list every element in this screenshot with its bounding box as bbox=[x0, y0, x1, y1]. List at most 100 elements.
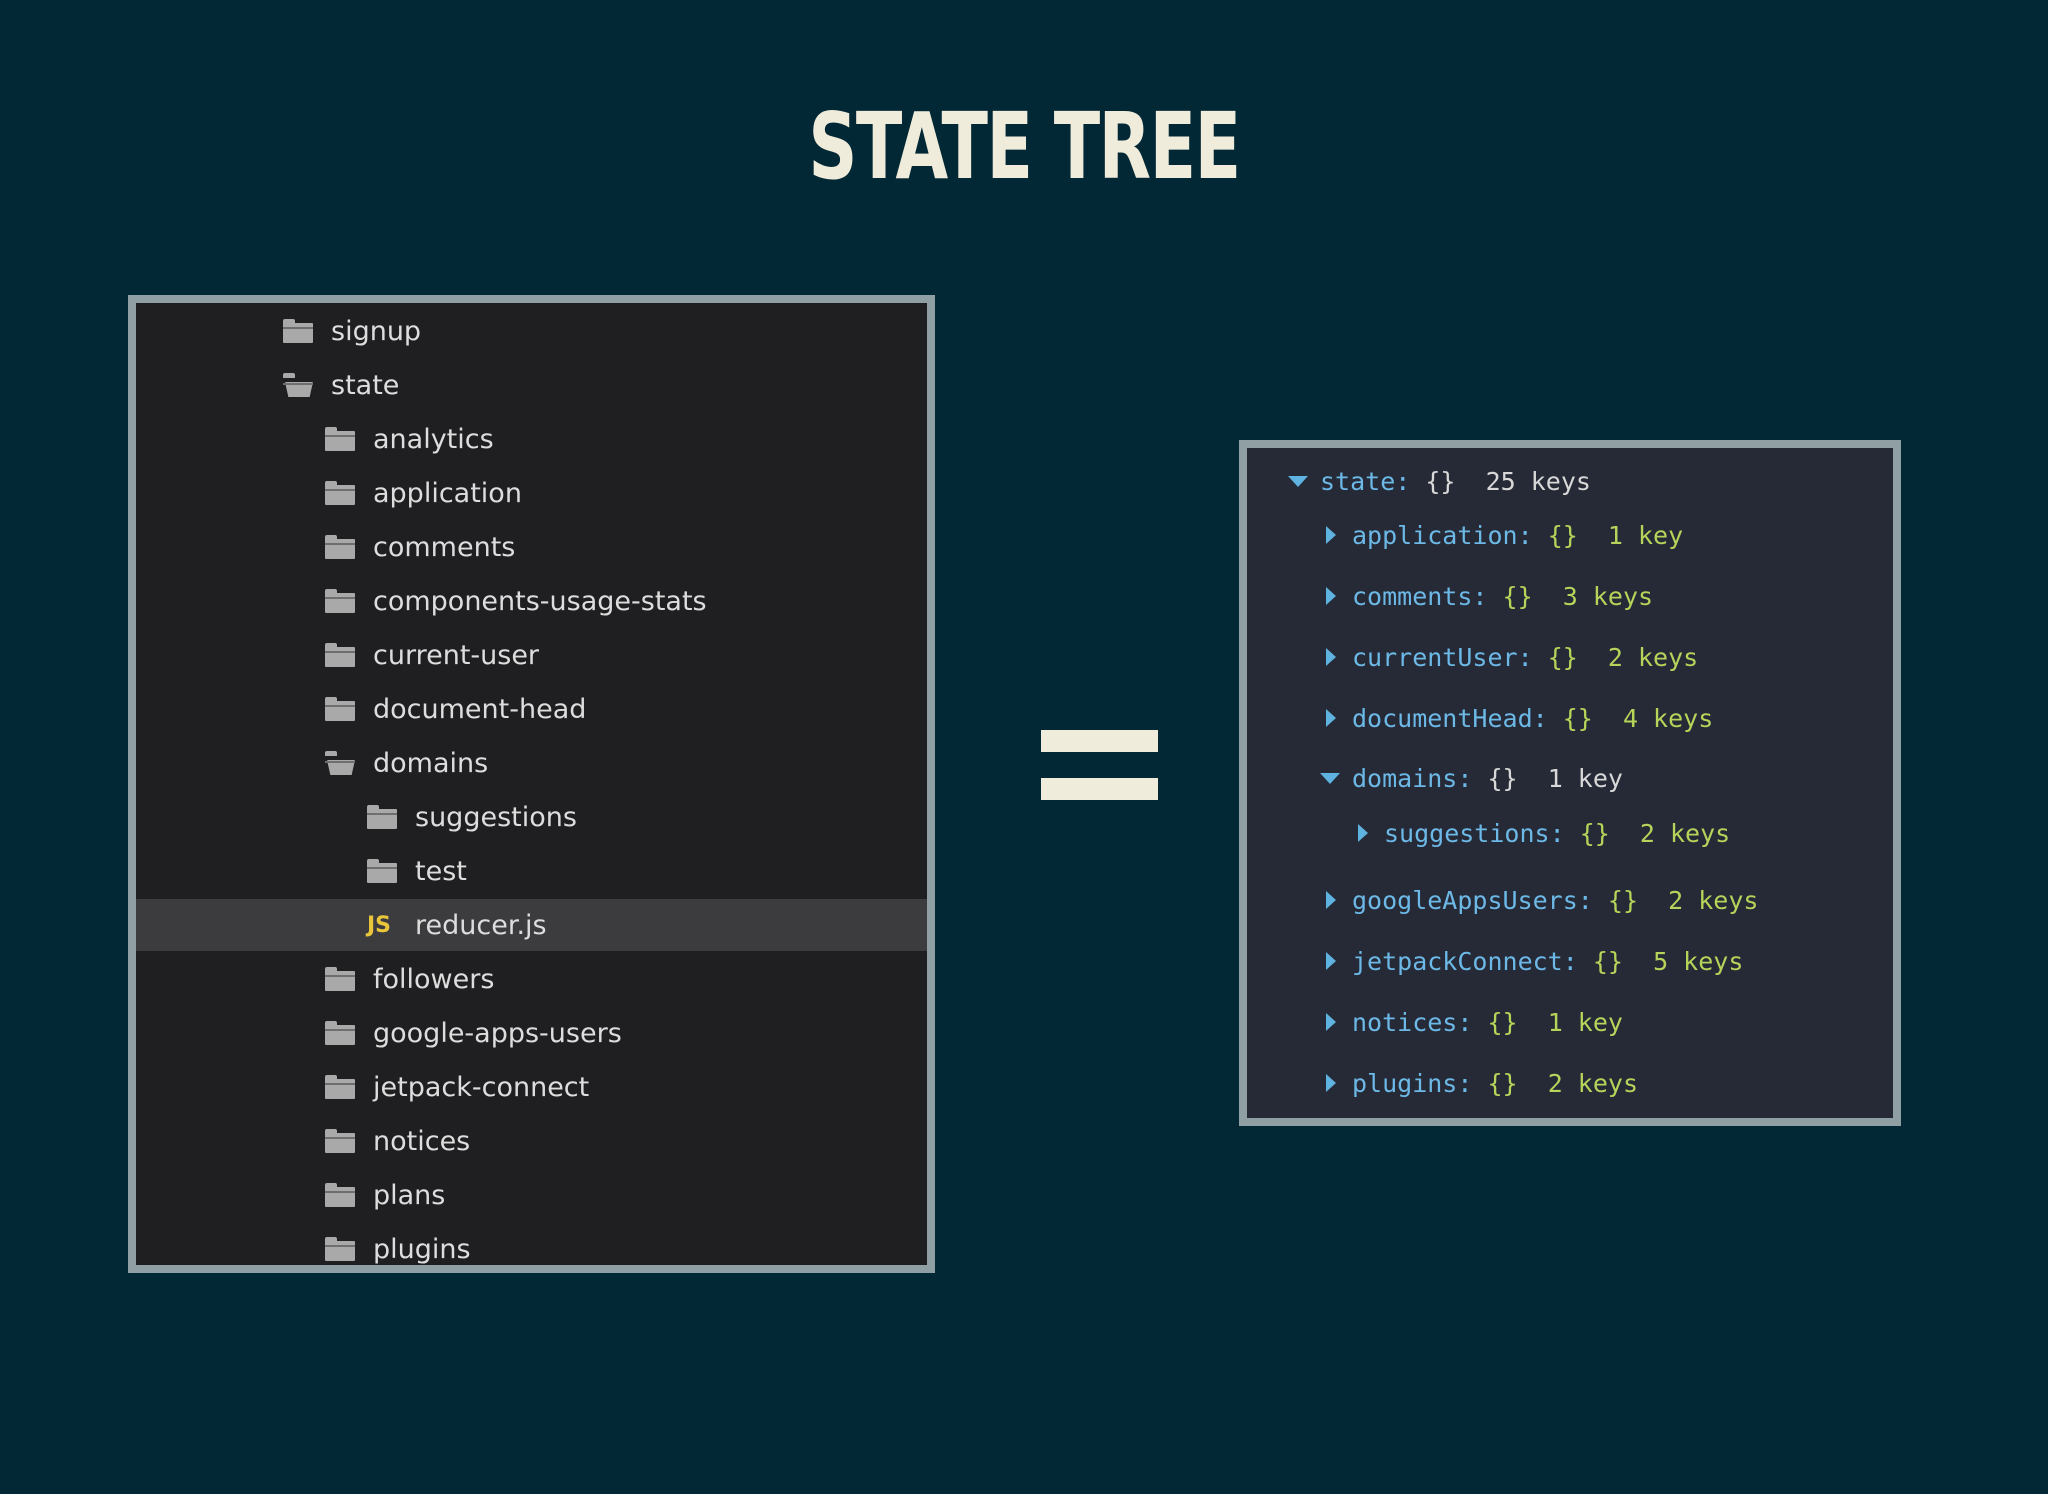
state-key: comments: bbox=[1352, 581, 1488, 611]
state-key: plugins: bbox=[1352, 1068, 1473, 1098]
state-key: notices: bbox=[1352, 1007, 1473, 1037]
expanded-arrow-icon[interactable] bbox=[1320, 772, 1340, 784]
folder-icon bbox=[325, 1183, 355, 1207]
folder-icon bbox=[325, 427, 355, 451]
file-tree-label: plugins bbox=[373, 1233, 471, 1265]
js-file-icon: JS bbox=[367, 912, 392, 938]
file-tree-item-test[interactable]: test bbox=[136, 845, 927, 897]
folder-icon bbox=[325, 1021, 355, 1045]
file-tree-item-followers[interactable]: followers bbox=[136, 953, 927, 1005]
file-tree-item-comments[interactable]: comments bbox=[136, 521, 927, 573]
state-node-plugins[interactable]: plugins: {} 2 keys bbox=[1247, 1063, 1893, 1103]
folder-icon bbox=[325, 1237, 355, 1261]
equals-sign-top-bar bbox=[1041, 730, 1158, 752]
file-tree-item-plugins[interactable]: plugins bbox=[136, 1223, 927, 1265]
state-node-state[interactable]: state: {} 25 keys bbox=[1247, 461, 1893, 501]
collapsed-arrow-icon[interactable] bbox=[1326, 648, 1336, 666]
file-tree-item-application[interactable]: application bbox=[136, 467, 927, 519]
collapsed-arrow-icon[interactable] bbox=[1326, 587, 1336, 605]
file-tree-label: reducer.js bbox=[415, 909, 547, 941]
folder-icon bbox=[325, 535, 355, 559]
state-inspector-panel: state: {} 25 keys application: {} 1 key … bbox=[1239, 440, 1901, 1126]
folder-icon bbox=[367, 859, 397, 883]
state-braces: {} bbox=[1592, 946, 1623, 976]
state-key: application: bbox=[1352, 520, 1533, 550]
file-tree-label: jetpack-connect bbox=[373, 1071, 590, 1103]
state-key-count: 5 keys bbox=[1653, 946, 1744, 976]
folder-icon bbox=[325, 697, 355, 721]
file-tree-label: document-head bbox=[373, 693, 587, 725]
file-tree-item-analytics[interactable]: analytics bbox=[136, 413, 927, 465]
state-key: jetpackConnect: bbox=[1352, 946, 1578, 976]
folder-icon bbox=[325, 589, 355, 613]
file-tree-item-plans[interactable]: plans bbox=[136, 1169, 927, 1221]
folder-icon bbox=[325, 643, 355, 667]
state-node-documentHead[interactable]: documentHead: {} 4 keys bbox=[1247, 698, 1893, 738]
state-key-count: 2 keys bbox=[1668, 885, 1759, 915]
state-key: suggestions: bbox=[1384, 818, 1565, 848]
state-node-domains[interactable]: domains: {} 1 key bbox=[1247, 758, 1893, 798]
folder-icon bbox=[325, 481, 355, 505]
state-node-currentUser[interactable]: currentUser: {} 2 keys bbox=[1247, 637, 1893, 677]
state-node-application[interactable]: application: {} 1 key bbox=[1247, 515, 1893, 555]
file-tree-item-components-usage-stats[interactable]: components-usage-stats bbox=[136, 575, 927, 627]
slide-title: STATE TREE bbox=[808, 93, 1241, 200]
file-tree-label: comments bbox=[373, 531, 516, 563]
state-key-count: 3 keys bbox=[1562, 581, 1654, 611]
file-tree-item-jetpack-connect[interactable]: jetpack-connect bbox=[136, 1061, 927, 1113]
collapsed-arrow-icon[interactable] bbox=[1326, 1013, 1336, 1031]
state-key: currentUser: bbox=[1352, 642, 1533, 672]
file-tree-item-google-apps-users[interactable]: google-apps-users bbox=[136, 1007, 927, 1059]
collapsed-arrow-icon[interactable] bbox=[1326, 1074, 1336, 1092]
folder-icon bbox=[325, 1129, 355, 1153]
state-key-count: 1 key bbox=[1607, 520, 1684, 550]
file-tree-label: domains bbox=[373, 747, 489, 779]
file-tree-label: current-user bbox=[373, 639, 540, 671]
state-braces: {} bbox=[1425, 466, 1456, 496]
state-braces: {} bbox=[1579, 818, 1610, 848]
collapsed-arrow-icon[interactable] bbox=[1326, 891, 1336, 909]
state-node-suggestions[interactable]: suggestions: {} 2 keys bbox=[1247, 813, 1893, 853]
folder-icon bbox=[283, 319, 313, 343]
file-tree-label: test bbox=[415, 855, 467, 887]
file-tree-label: suggestions bbox=[415, 801, 577, 833]
file-tree-item-document-head[interactable]: document-head bbox=[136, 683, 927, 735]
state-braces: {} bbox=[1547, 520, 1578, 550]
state-braces: {} bbox=[1562, 703, 1593, 733]
folder-icon bbox=[325, 967, 355, 991]
collapsed-arrow-icon[interactable] bbox=[1358, 824, 1368, 842]
state-key-count: 2 keys bbox=[1547, 1068, 1639, 1098]
file-tree-item-state[interactable]: state bbox=[136, 359, 927, 411]
file-tree-item-reducer-js[interactable]: JS reducer.js bbox=[136, 899, 927, 951]
file-tree-label: followers bbox=[373, 963, 495, 995]
file-tree-item-current-user[interactable]: current-user bbox=[136, 629, 927, 681]
collapsed-arrow-icon[interactable] bbox=[1326, 709, 1336, 727]
expanded-arrow-icon[interactable] bbox=[1288, 475, 1308, 487]
state-braces: {} bbox=[1487, 1007, 1518, 1037]
collapsed-arrow-icon[interactable] bbox=[1326, 952, 1336, 970]
equals-sign-bottom-bar bbox=[1041, 778, 1158, 800]
folder-open-icon bbox=[283, 373, 313, 397]
file-tree-item-notices[interactable]: notices bbox=[136, 1115, 927, 1167]
state-node-comments[interactable]: comments: {} 3 keys bbox=[1247, 576, 1893, 616]
file-tree-label: notices bbox=[373, 1125, 471, 1157]
file-tree-label: application bbox=[373, 477, 522, 509]
state-key-count: 25 keys bbox=[1485, 466, 1591, 496]
state-key-count: 1 key bbox=[1547, 763, 1623, 793]
file-tree-item-suggestions[interactable]: suggestions bbox=[136, 791, 927, 843]
state-node-jetpackConnect[interactable]: jetpackConnect: {} 5 keys bbox=[1247, 941, 1893, 981]
file-tree-label: signup bbox=[331, 315, 422, 347]
folder-icon bbox=[367, 805, 397, 829]
state-key: state: bbox=[1320, 466, 1411, 496]
state-braces: {} bbox=[1487, 763, 1518, 793]
state-key: domains: bbox=[1352, 763, 1473, 793]
state-node-notices[interactable]: notices: {} 1 key bbox=[1247, 1002, 1893, 1042]
file-tree-label: plans bbox=[373, 1179, 446, 1211]
state-node-googleAppsUsers[interactable]: googleAppsUsers: {} 2 keys bbox=[1247, 880, 1893, 920]
state-key-count: 2 keys bbox=[1607, 642, 1699, 672]
folder-icon bbox=[325, 1075, 355, 1099]
collapsed-arrow-icon[interactable] bbox=[1326, 526, 1336, 544]
file-tree-item-signup[interactable]: signup bbox=[136, 305, 927, 357]
file-tree-item-domains[interactable]: domains bbox=[136, 737, 927, 789]
folder-open-icon bbox=[325, 751, 355, 775]
